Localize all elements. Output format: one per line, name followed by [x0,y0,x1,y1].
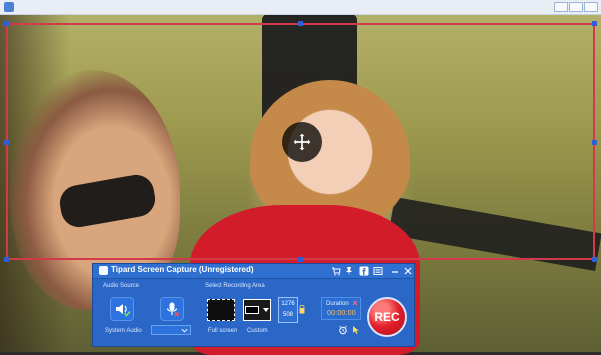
window-icon [4,2,14,12]
select-recording-area-label: Select Recording Area [205,283,265,289]
close-button[interactable] [403,266,413,276]
resize-handle-top-left[interactable] [4,21,9,26]
resize-handle-bottom[interactable] [298,257,303,262]
move-handle[interactable] [282,122,322,162]
clear-duration-icon[interactable] [352,300,358,306]
maximize-window-button[interactable] [569,2,583,12]
resize-handle-bottom-left[interactable] [4,257,9,262]
system-audio-label: System Audio [105,328,142,334]
cursor-icon[interactable] [351,325,361,335]
close-window-button[interactable] [584,2,598,12]
minimize-button[interactable] [390,266,400,276]
aspect-lock-icon[interactable] [299,304,305,314]
pin-icon [346,267,352,275]
speaker-icon [116,304,131,317]
resize-handle-right[interactable] [592,140,597,145]
minimize-icon [392,271,398,273]
panel-titlebar[interactable]: Tipard Screen Capture (Unregistered) [93,264,414,279]
pin-button[interactable] [344,266,354,276]
cart-button[interactable] [331,266,341,276]
rec-button[interactable]: REC [367,297,407,337]
custom-dropdown-arrow [263,308,269,312]
app-title: Tipard Screen Capture (Unregistered) [111,265,254,274]
duration-value: 00:00:00 [327,310,356,317]
app-icon [99,266,108,275]
full-screen-label: Full screen [208,328,238,334]
microphone-icon [166,302,180,317]
audio-device-dropdown[interactable] [151,325,191,335]
resize-handle-top-right[interactable] [592,21,597,26]
close-icon [404,267,412,275]
height-value[interactable]: 508 [279,312,297,318]
resize-handle-top[interactable] [298,21,303,26]
custom-area-preview [245,306,259,314]
chevron-down-icon [181,328,188,333]
custom-label: Custom [247,328,268,334]
desktop-top-strip [0,0,601,15]
facebook-icon [359,266,369,276]
duration-label: Duration [326,301,349,307]
menu-button[interactable] [373,266,383,276]
duration-box[interactable]: Duration 00:00:00 [321,297,361,320]
recording-dimensions[interactable]: 1276 508 [278,297,298,323]
menu-icon [373,267,383,275]
resize-handle-bottom-right[interactable] [592,257,597,262]
facebook-button[interactable] [359,266,369,276]
custom-area-button[interactable] [243,299,271,321]
full-screen-button[interactable] [207,299,235,321]
resize-handle-left[interactable] [4,140,9,145]
audio-source-label: Audio Source [103,283,140,289]
minimize-window-button[interactable] [554,2,568,12]
cart-icon [332,267,341,276]
tipard-panel: Tipard Screen Capture (Unregistered) Aud… [92,263,415,347]
microphone-toggle[interactable] [160,297,184,321]
system-audio-toggle[interactable] [110,297,134,321]
alarm-clock-icon[interactable] [338,325,348,335]
width-value[interactable]: 1276 [279,301,297,307]
move-arrows-icon [293,133,311,151]
